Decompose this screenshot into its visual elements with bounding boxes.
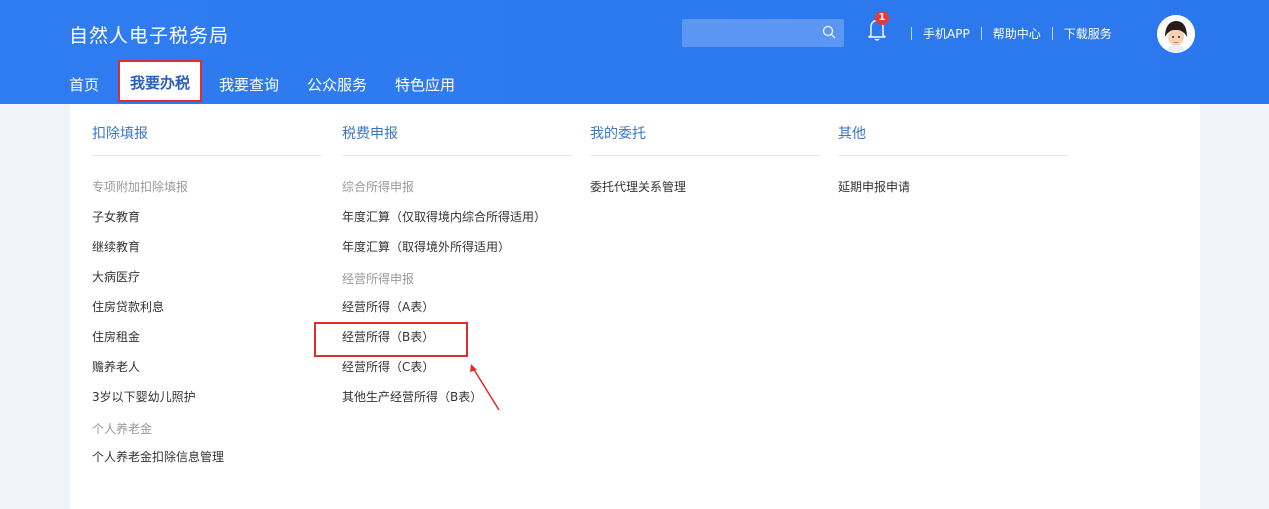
help-center-link[interactable]: 帮助中心 [993,25,1041,42]
group-label: 专项附加扣除填报 [92,180,189,194]
menu-item-extension-application[interactable]: 延期申报申请 [838,172,1068,202]
menu-item-pension-deduction[interactable]: 个人养老金扣除信息管理 [92,442,322,472]
column-title: 扣除填报 [92,104,322,156]
menu-column-deduction: 扣除填报 专项附加扣除填报 子女教育 继续教育 大病医疗 住房贷款利息 住房租金… [92,104,322,472]
search-input[interactable] [682,19,844,47]
column-title: 其他 [838,104,1068,156]
mega-menu-panel: 扣除填报 专项附加扣除填报 子女教育 继续教育 大病医疗 住房贷款利息 住房租金… [70,104,1200,509]
column-title: 我的委托 [590,104,820,156]
divider [980,27,982,40]
menu-item-agency-management[interactable]: 委托代理关系管理 [590,172,820,202]
nav-special-apps[interactable]: 特色应用 [395,64,455,104]
menu-item-children-education[interactable]: 子女教育 [92,202,322,232]
highlight-box [314,322,468,357]
search-icon[interactable] [822,25,836,39]
nav-query[interactable]: 我要查询 [219,64,279,104]
menu-item-elderly-support[interactable]: 赡养老人 [92,352,322,382]
group-label: 个人养老金 [92,422,153,436]
annotation-arrow-icon [470,364,500,411]
menu-column-tax-declaration: 税费申报 综合所得申报 年度汇算（仅取得境内综合所得适用） 年度汇算（取得境外所… [342,104,572,412]
divider [911,27,912,40]
top-links: 手机APP 帮助中心 下载服务 [900,25,1112,42]
nav-home[interactable]: 首页 [69,64,117,104]
menu-item-continuing-education[interactable]: 继续教育 [92,232,322,262]
main-nav: 首页 我要办税 我要查询 公众服务 特色应用 [69,60,455,104]
menu-item-other-business-b[interactable]: 其他生产经营所得（B表） [342,382,572,412]
site-title[interactable]: 自然人电子税务局 [69,21,229,48]
menu-item-annual-domestic[interactable]: 年度汇算（仅取得境内综合所得适用） [342,202,572,232]
menu-item-infant-care[interactable]: 3岁以下婴幼儿照护 [92,382,322,412]
group-label: 经营所得申报 [342,272,415,286]
notification-badge: 1 [875,11,889,25]
menu-column-delegation: 我的委托 委托代理关系管理 [590,104,820,202]
nav-tax-handling[interactable]: 我要办税 [118,60,202,102]
menu-item-business-a[interactable]: 经营所得（A表） [342,292,572,322]
nav-public-service[interactable]: 公众服务 [307,64,367,104]
menu-item-housing-rent[interactable]: 住房租金 [92,322,322,352]
download-service-link[interactable]: 下载服务 [1064,25,1112,42]
menu-item-serious-illness[interactable]: 大病医疗 [92,262,322,292]
menu-column-other: 其他 延期申报申请 [838,104,1068,202]
mobile-app-link[interactable]: 手机APP [923,25,970,42]
group-label: 综合所得申报 [342,180,415,194]
menu-item-annual-overseas[interactable]: 年度汇算（取得境外所得适用） [342,232,572,262]
column-title: 税费申报 [342,104,572,156]
divider [1051,27,1053,40]
avatar-icon [1157,15,1195,53]
menu-item-housing-loan-interest[interactable]: 住房贷款利息 [92,292,322,322]
top-header: 自然人电子税务局 首页 我要办税 我要查询 公众服务 特色应用 1 手机APP … [0,0,1269,104]
avatar[interactable] [1157,15,1195,53]
